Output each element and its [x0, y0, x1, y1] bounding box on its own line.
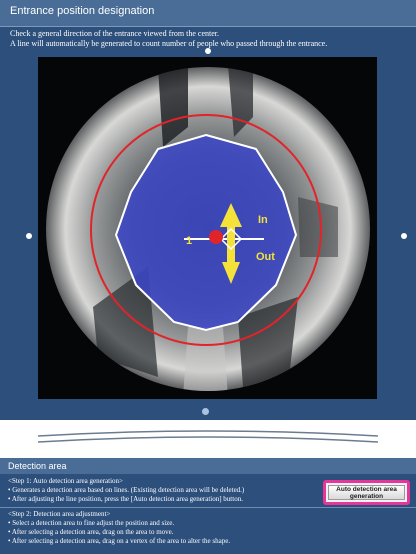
- bottom-handle-dot[interactable]: [202, 408, 209, 415]
- detection-area-panel: Detection area <Step 1: Auto detection a…: [0, 458, 416, 554]
- step1-heading: <Step 1: Auto detection area generation>: [8, 477, 123, 485]
- line-number-label: 1: [186, 235, 192, 247]
- step1-bullet: • After adjusting the line position, pre…: [8, 495, 243, 503]
- step2-heading: <Step 2: Detection area adjustment>: [8, 510, 111, 518]
- entrance-panel-header: Entrance position designation: [0, 0, 416, 27]
- detection-panel-header: Detection area: [0, 458, 416, 474]
- generate-button-label: Auto detection area generation: [328, 485, 405, 500]
- step1-section: <Step 1: Auto detection area generation>…: [8, 477, 244, 504]
- detection-panel-title: Detection area: [8, 461, 67, 471]
- instruction-line: Check a general direction of the entranc…: [10, 29, 220, 38]
- auto-detection-area-generation-button[interactable]: Auto detection area generation: [323, 480, 410, 505]
- in-label: In: [258, 214, 268, 226]
- right-handle-dot[interactable]: [401, 233, 407, 239]
- step2-bullet: • After selecting a detection area, drag…: [8, 537, 231, 545]
- top-handle-dot[interactable]: [205, 48, 211, 54]
- entrance-instructions: Check a general direction of the entranc…: [10, 29, 410, 49]
- fisheye-camera-view[interactable]: 1 In Out: [38, 57, 377, 399]
- section-break-lines: [37, 430, 379, 443]
- step2-section: <Step 2: Detection area adjustment> • Se…: [8, 510, 230, 546]
- step1-bullet: • Generates a detection area based on li…: [8, 486, 245, 494]
- entrance-panel-title: Entrance position designation: [10, 5, 155, 17]
- left-handle-dot[interactable]: [26, 233, 32, 239]
- step2-bullet: • Select a detection area to fine adjust…: [8, 519, 175, 527]
- instruction-line: A line will automatically be generated t…: [10, 39, 328, 48]
- entrance-position-panel: Entrance position designation Check a ge…: [0, 0, 416, 420]
- step-divider: [0, 507, 416, 508]
- out-label: Out: [256, 251, 275, 263]
- step2-bullet: • After selecting a detection area, drag…: [8, 528, 174, 536]
- line-endpoint-handle[interactable]: [209, 230, 223, 244]
